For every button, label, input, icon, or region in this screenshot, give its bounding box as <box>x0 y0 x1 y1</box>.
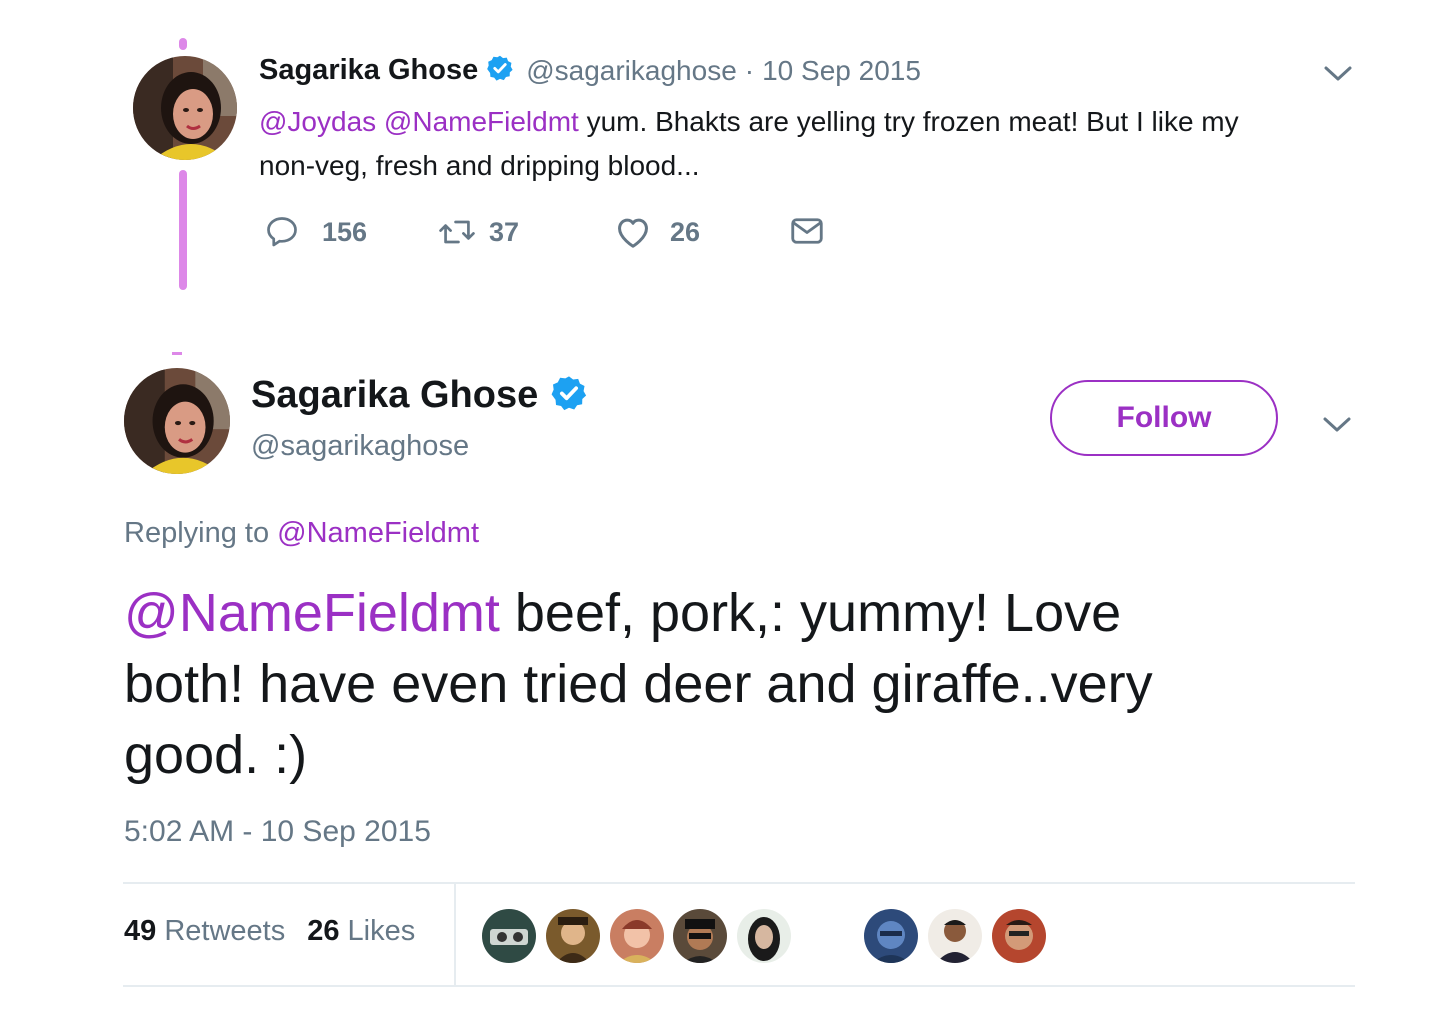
thread-line <box>179 170 187 290</box>
tweet-stats: 49 Retweets 26 Likes <box>124 915 415 948</box>
chevron-down-icon[interactable] <box>1322 411 1352 442</box>
avatar[interactable] <box>124 368 230 474</box>
tweet-timestamp[interactable]: 5:02 AM - 10 Sep 2015 <box>124 815 431 849</box>
likes-stat[interactable]: 26 Likes <box>307 915 415 948</box>
tweet-text-line: @Joydas @NameFieldmt yum. Bhakts are yel… <box>259 100 1239 144</box>
retweet-count: 37 <box>489 216 520 247</box>
display-name[interactable]: Sagarika Ghose <box>259 54 478 87</box>
replying-to: Replying to @NameFieldmt <box>124 517 479 550</box>
tweet-text-line: non-veg, fresh and dripping blood... <box>259 150 700 181</box>
reply-action[interactable]: 156 <box>264 214 367 250</box>
liker-avatar[interactable] <box>482 909 536 963</box>
mention-link[interactable]: @NameFieldmt <box>124 583 500 643</box>
follow-button[interactable]: Follow <box>1050 380 1278 456</box>
display-name[interactable]: Sagarika Ghose <box>251 374 538 417</box>
tweet-header: Sagarika Ghose @sagarikaghose · 10 Sep 2… <box>259 54 921 87</box>
liker-avatar[interactable] <box>992 909 1046 963</box>
handle[interactable]: @sagarikaghose <box>526 55 737 87</box>
heart-icon <box>618 218 648 248</box>
thread-line <box>179 38 187 50</box>
mention-link[interactable]: @Joydas <box>259 106 376 137</box>
retweet-action[interactable]: 37 <box>437 214 519 250</box>
retweets-count: 49 <box>124 915 157 947</box>
tweet-text: @Joydas @NameFieldmt yum. Bhakts are yel… <box>259 100 1239 188</box>
message-icon[interactable] <box>789 214 825 253</box>
like-action[interactable]: 26 <box>614 214 700 250</box>
separator: · <box>744 54 755 86</box>
text-segment: beef, pork,: yummy! Love <box>499 583 1122 643</box>
handle[interactable]: @sagarikaghose <box>251 430 469 463</box>
tweet-text: @NameFieldmt beef, pork,: yummy! Love bo… <box>124 578 1153 791</box>
stats-vertical-divider <box>454 884 456 986</box>
reply-count: 156 <box>322 216 368 247</box>
avatar[interactable] <box>133 56 237 160</box>
tweet-text-line: both! have even tried deer and giraffe..… <box>124 654 1153 714</box>
replying-to-handle[interactable]: @NameFieldmt <box>277 517 479 549</box>
like-count: 26 <box>670 216 701 247</box>
mention-link[interactable]: @NameFieldmt <box>384 106 579 137</box>
replying-to-label: Replying to <box>124 517 278 549</box>
tweet-text-line: @NameFieldmt beef, pork,: yummy! Love <box>124 578 1153 649</box>
verified-badge-icon <box>486 54 514 87</box>
thread-dot <box>172 352 182 355</box>
retweets-stat[interactable]: 49 Retweets <box>124 915 285 948</box>
chevron-down-icon[interactable] <box>1323 60 1353 91</box>
text-segment: yum. Bhakts are yelling try frozen meat!… <box>578 106 1239 137</box>
liker-avatar[interactable] <box>737 909 791 963</box>
profile-header: Sagarika Ghose <box>251 374 588 417</box>
retweets-label: Retweets <box>156 915 286 947</box>
divider <box>123 882 1355 884</box>
divider <box>123 985 1355 987</box>
retweet-icon <box>439 220 475 244</box>
tweet-text-line: good. :) <box>124 725 308 785</box>
liker-avatar[interactable] <box>928 909 982 963</box>
liker-avatar[interactable] <box>864 909 918 963</box>
likes-count: 26 <box>307 915 340 947</box>
reply-icon <box>267 217 297 247</box>
liker-avatar[interactable] <box>673 909 727 963</box>
verified-badge-icon <box>550 374 588 417</box>
liker-avatar[interactable] <box>546 909 600 963</box>
tweet-date[interactable]: 10 Sep 2015 <box>762 55 921 87</box>
likes-label: Likes <box>339 915 416 947</box>
liker-avatar[interactable] <box>610 909 664 963</box>
